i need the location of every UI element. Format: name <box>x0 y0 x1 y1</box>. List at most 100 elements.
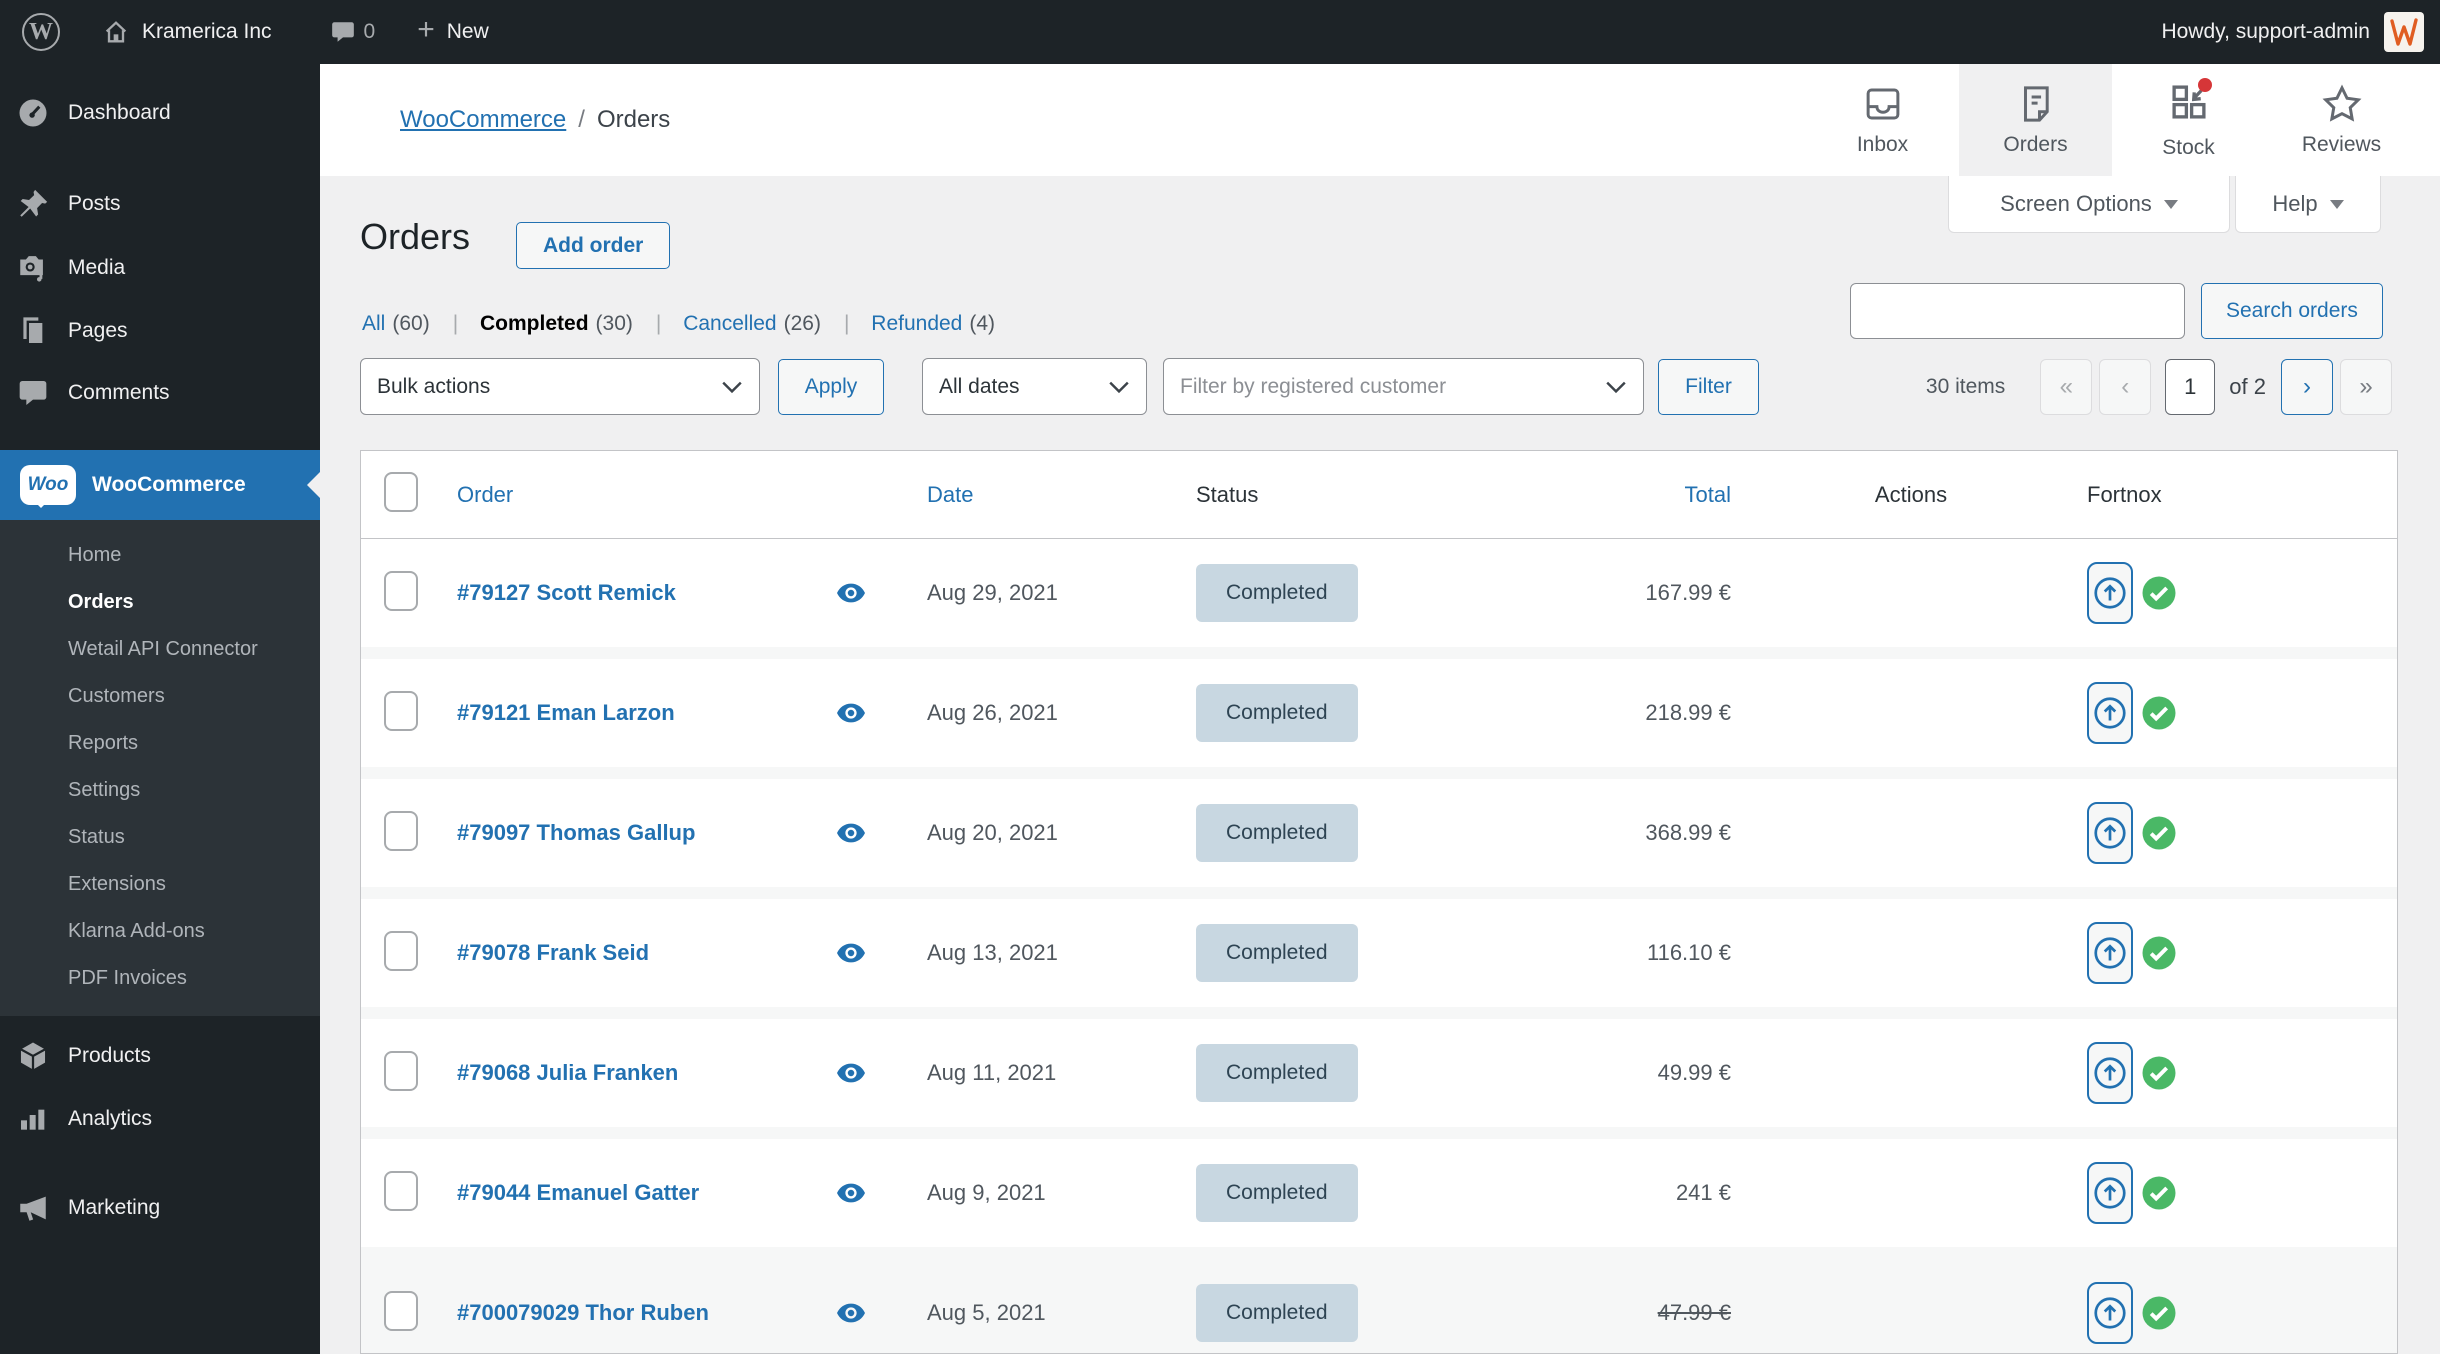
sidebar-subitem[interactable]: Home <box>0 532 320 579</box>
order-date: Aug 13, 2021 <box>891 940 1171 966</box>
sidebar-item-pages[interactable]: Pages <box>0 300 320 362</box>
row-checkbox[interactable] <box>384 931 418 971</box>
select-all-checkbox[interactable] <box>384 472 418 512</box>
sidebar-item-posts[interactable]: Posts <box>0 172 320 236</box>
sidebar-subitem[interactable]: Klarna Add-ons <box>0 908 320 955</box>
preview-eye-icon[interactable] <box>836 942 866 964</box>
pages-icon <box>14 315 52 347</box>
next-page-button[interactable]: › <box>2281 359 2333 415</box>
prev-page-button[interactable]: ‹ <box>2099 359 2151 415</box>
fortnox-upload-button[interactable] <box>2087 1162 2133 1224</box>
new-content-button[interactable]: + New <box>417 19 489 45</box>
preview-eye-icon[interactable] <box>836 1302 866 1324</box>
fortnox-upload-button[interactable] <box>2087 682 2133 744</box>
preview-eye-icon[interactable] <box>836 702 866 724</box>
status-filter-link[interactable]: Completed <box>480 312 589 336</box>
preview-eye-icon[interactable] <box>836 1182 866 1204</box>
row-checkbox[interactable] <box>384 1051 418 1091</box>
customer-filter-placeholder: Filter by registered customer <box>1180 375 1605 399</box>
bulk-actions-select[interactable]: Bulk actions <box>360 358 760 415</box>
fortnox-synced-check-icon <box>2141 1055 2177 1091</box>
sidebar-item-label: Dashboard <box>68 101 171 125</box>
sidebar-item-products[interactable]: Products <box>0 1024 320 1088</box>
search-orders-button[interactable]: Search orders <box>2201 283 2383 339</box>
row-checkbox[interactable] <box>384 1291 418 1331</box>
tab-inbox[interactable]: Inbox <box>1806 64 1959 176</box>
dates-select[interactable]: All dates <box>922 358 1147 415</box>
current-page-input[interactable]: 1 <box>2165 359 2215 415</box>
orders-document-icon <box>2015 83 2057 125</box>
customer-filter-select[interactable]: Filter by registered customer <box>1163 358 1644 415</box>
avatar[interactable] <box>2384 12 2424 52</box>
sidebar-item-media[interactable]: Media <box>0 236 320 300</box>
order-total: 47.99 € <box>1411 1300 1751 1326</box>
fortnox-upload-button[interactable] <box>2087 802 2133 864</box>
status-filter-count: (60) <box>392 312 429 336</box>
howdy-text[interactable]: Howdy, support-admin <box>2161 20 2370 44</box>
fortnox-synced-check-icon <box>2141 935 2177 971</box>
preview-eye-icon[interactable] <box>836 822 866 844</box>
fortnox-upload-button[interactable] <box>2087 1282 2133 1344</box>
breadcrumb-woocommerce-link[interactable]: WooCommerce <box>400 106 566 134</box>
sidebar-subitem[interactable]: Settings <box>0 767 320 814</box>
row-checkbox[interactable] <box>384 1171 418 1211</box>
upload-arrow-icon <box>2092 935 2128 971</box>
order-link[interactable]: #79127 Scott Remick <box>457 580 676 605</box>
admin-bar-comments[interactable]: 0 <box>330 19 376 45</box>
order-link[interactable]: #700079029 Thor Ruben <box>457 1300 709 1325</box>
row-checkbox[interactable] <box>384 811 418 851</box>
total-pages-label: of 2 <box>2229 374 2266 400</box>
order-total: 368.99 € <box>1411 820 1751 846</box>
fortnox-upload-button[interactable] <box>2087 922 2133 984</box>
sidebar-subitem[interactable]: PDF Invoices <box>0 955 320 1002</box>
screen-options-button[interactable]: Screen Options <box>1948 176 2230 233</box>
status-filter-count: (26) <box>784 312 821 336</box>
fortnox-upload-button[interactable] <box>2087 562 2133 624</box>
status-filter-count: (4) <box>969 312 995 336</box>
status-filter-link[interactable]: All <box>362 312 385 336</box>
apply-button[interactable]: Apply <box>778 359 884 415</box>
order-link[interactable]: #79044 Emanuel Gatter <box>457 1180 699 1205</box>
sidebar-subitem[interactable]: Wetail API Connector <box>0 626 320 673</box>
preview-eye-icon[interactable] <box>836 582 866 604</box>
last-page-button[interactable]: » <box>2340 359 2392 415</box>
fortnox-upload-button[interactable] <box>2087 1042 2133 1104</box>
pagination: 30 items « ‹ 1 of 2 › » <box>1926 358 2392 415</box>
sidebar-item-dashboard[interactable]: Dashboard <box>0 80 320 146</box>
tab-orders[interactable]: Orders <box>1959 64 2112 176</box>
order-link[interactable]: #79078 Frank Seid <box>457 940 649 965</box>
help-button[interactable]: Help <box>2235 176 2381 233</box>
add-order-button[interactable]: Add order <box>516 222 670 269</box>
sidebar-subitem[interactable]: Reports <box>0 720 320 767</box>
sidebar-item-comments[interactable]: Comments <box>0 362 320 424</box>
sidebar-subitem[interactable]: Status <box>0 814 320 861</box>
preview-eye-icon[interactable] <box>836 1062 866 1084</box>
tab-reviews[interactable]: Reviews <box>2265 64 2418 176</box>
order-total: 241 € <box>1411 1180 1751 1206</box>
status-filter-link[interactable]: Cancelled <box>683 312 776 336</box>
order-link[interactable]: #79068 Julia Franken <box>457 1060 678 1085</box>
sidebar-item-woocommerce[interactable]: Woo WooCommerce <box>0 450 320 520</box>
search-input[interactable] <box>1850 283 2185 339</box>
tab-stock[interactable]: Stock <box>2112 64 2265 176</box>
sidebar-item-analytics[interactable]: Analytics <box>0 1088 320 1150</box>
column-header-fortnox: Fortnox <box>2071 482 2397 508</box>
column-header-order[interactable]: Order <box>441 482 811 508</box>
fortnox-synced-check-icon <box>2141 1175 2177 1211</box>
sidebar-subitem[interactable]: Orders <box>0 579 320 626</box>
sidebar-subitem[interactable]: Extensions <box>0 861 320 908</box>
order-link[interactable]: #79097 Thomas Gallup <box>457 820 695 845</box>
order-link[interactable]: #79121 Eman Larzon <box>457 700 675 725</box>
first-page-button[interactable]: « <box>2040 359 2092 415</box>
status-filter-link[interactable]: Refunded <box>871 312 962 336</box>
filter-button[interactable]: Filter <box>1658 359 1759 415</box>
row-checkbox[interactable] <box>384 691 418 731</box>
row-checkbox[interactable] <box>384 571 418 611</box>
sidebar-item-label: Comments <box>68 381 170 405</box>
column-header-total[interactable]: Total <box>1411 482 1751 508</box>
wordpress-logo-icon[interactable]: W <box>22 13 60 51</box>
site-name-link[interactable]: Kramerica Inc <box>102 18 272 46</box>
sidebar-item-marketing[interactable]: Marketing <box>0 1176 320 1240</box>
column-header-date[interactable]: Date <box>891 482 1171 508</box>
sidebar-subitem[interactable]: Customers <box>0 673 320 720</box>
